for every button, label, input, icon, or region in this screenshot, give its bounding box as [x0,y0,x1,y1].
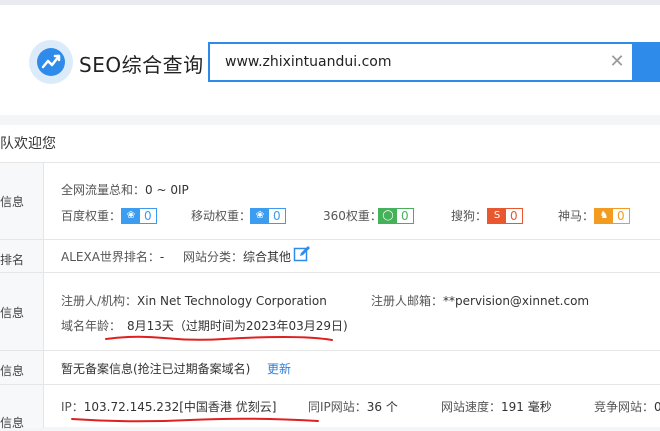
search-input[interactable] [225,44,595,80]
same-ip-sites: 同IP网站：36 个 [308,400,398,414]
red-underline-annotation [105,335,333,341]
baidu-rank-label: 百度权重： [61,209,122,223]
header: SEO综合查询 ✕ [0,5,660,115]
shenma-rank-badge[interactable]: ♞ 0 [594,208,630,224]
edit-icon[interactable] [293,245,311,263]
row-label: 排名 [0,253,25,267]
paw-icon: ❀ [251,209,269,223]
icp-row: 信息 暂无备案信息(抢注已过期备案域名) 更新 [0,350,660,385]
shenma-rank-label: 神马： [558,209,595,223]
update-link[interactable]: 更新 [267,360,291,377]
360-rank-label: 360权重： [323,209,382,223]
registrant-email: 注册人邮箱：**pervision@xinnet.com [371,294,590,308]
domain-age: 域名年龄： 8月13天（过期时间为2023年03月29日) [61,319,348,333]
shenma-icon: ♞ [595,209,613,223]
welcome-text: 队欢迎您 [0,136,56,152]
whois-row: 信息 注册人/机构：Xin Net Technology Corporation… [0,272,660,351]
traffic-row: 信息 全网流量总和：0 ~ 0IP 百度权重： ❀ 0 移动权重： ❀ 0 360权… [0,162,660,240]
competitor-sites: 竞争网站：0 [594,400,660,414]
search-button[interactable] [632,42,660,82]
baidu-rank-badge[interactable]: ❀ 0 [121,208,157,224]
site-speed: 网站速度：191 毫秒 [441,400,552,414]
search-box: ✕ [208,42,632,82]
sogou-rank-label: 搜狗： [451,209,488,223]
sogou-icon: S [488,209,506,223]
sogou-rank-badge[interactable]: S0 [487,208,523,224]
row-label: 信息 [0,364,25,378]
360-icon: ◯ [379,209,397,223]
seo-panel: 队欢迎您 信息 全网流量总和：0 ~ 0IP 百度权重： ❀ 0 移动权重： ❀ 0… [0,125,660,430]
server-ip: IP：103.72.145.232[中国香港 优刻云] [61,400,277,414]
row-label: 信息 [0,416,25,430]
site-category: 网站分类：综合其他 [183,250,292,264]
traffic-total: 全网流量总和：0 ~ 0IP [61,183,189,197]
mobile-rank-label: 移动权重： [191,209,252,223]
registrant: 注册人/机构：Xin Net Technology Corporation [61,294,327,308]
alexa-row: 排名 ALEXA世界排名：- 网站分类：综合其他 [0,239,660,273]
icp-status: 暂无备案信息(抢注已过期备案域名) [61,362,251,376]
server-row: 信息 IP：103.72.145.232[中国香港 优刻云] 同IP网站：36 … [0,384,660,430]
red-underline-annotation [71,417,319,423]
alexa-rank: ALEXA世界排名：- [61,250,165,264]
paw-icon: ❀ [122,209,140,223]
seo-logo-icon [29,40,73,84]
mobile-rank-badge[interactable]: ❀ 0 [250,208,286,224]
row-label: 信息 [0,195,25,209]
brand-title: SEO综合查询 [79,53,204,77]
clear-icon[interactable]: ✕ [608,53,626,71]
row-label: 信息 [0,306,25,320]
360-rank-badge[interactable]: ◯ 0 [378,208,414,224]
